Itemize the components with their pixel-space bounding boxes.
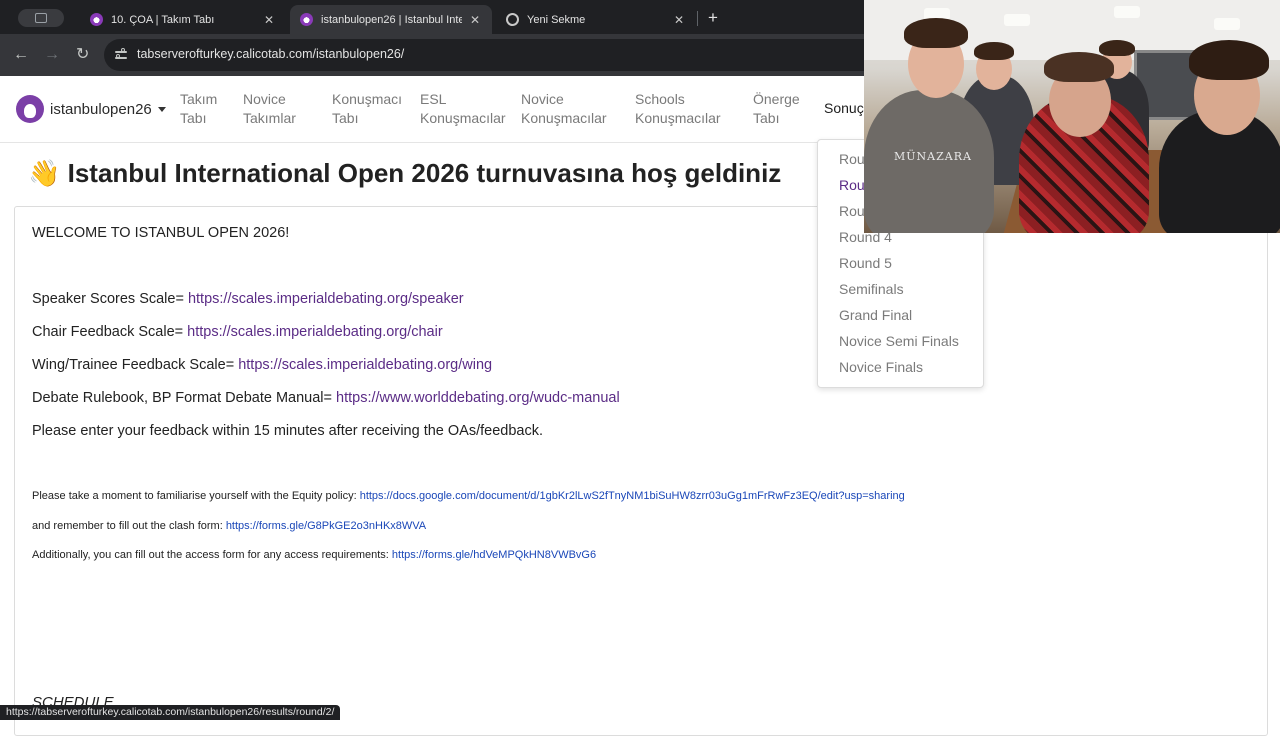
- page-title-text: Istanbul International Open 2026 turnuva…: [67, 158, 782, 188]
- tab-title: istanbulopen26 | Istanbul Inte: [321, 13, 462, 26]
- menu-item-novice-semi-finals[interactable]: Novice Semi Finals: [839, 333, 959, 349]
- tab-groups-button[interactable]: [18, 9, 64, 27]
- hoodie-print: MÜNAZARA: [894, 150, 972, 163]
- person-hair: [974, 42, 1014, 60]
- close-icon[interactable]: ✕: [672, 13, 686, 27]
- tab-title: 10. ÇOA | Takım Tabı: [111, 13, 215, 26]
- chair-scale-label: Chair Feedback Scale=: [32, 324, 188, 340]
- person-hair: [904, 18, 968, 48]
- site-settings-icon[interactable]: [115, 48, 129, 62]
- nav-motion-tab[interactable]: Önerge Tabı: [753, 90, 800, 128]
- menu-item-grand-final[interactable]: Grand Final: [839, 307, 912, 323]
- wing-scale-line: Wing/Trainee Feedback Scale= https://sca…: [32, 357, 492, 373]
- debate-logo-icon: [90, 13, 103, 26]
- wing-scale-label: Wing/Trainee Feedback Scale=: [32, 357, 239, 373]
- caret-down-icon: [157, 106, 166, 112]
- speaker-scale-label: Speaker Scores Scale=: [32, 291, 188, 307]
- chrome-icon: [506, 13, 519, 26]
- tab-title: Yeni Sekme: [527, 13, 586, 26]
- reload-icon[interactable]: ↻: [76, 46, 89, 64]
- person-hair: [1044, 52, 1114, 82]
- new-tab-button[interactable]: +: [708, 8, 718, 28]
- page-title: 👋 Istanbul International Open 2026 turnu…: [28, 158, 781, 189]
- chair-scale-link[interactable]: https://scales.imperialdebating.org/chai…: [187, 324, 443, 340]
- clash-label: and remember to fill out the clash form:: [32, 520, 226, 532]
- rulebook-line: Debate Rulebook, BP Format Debate Manual…: [32, 390, 620, 406]
- nav-novice-teams[interactable]: Novice Takımlar: [243, 90, 296, 128]
- feedback-note: Please enter your feedback within 15 min…: [32, 423, 544, 439]
- nav-schools-speakers[interactable]: Schools Konuşmacılar: [635, 90, 721, 128]
- access-label: Additionally, you can fill out the acces…: [32, 549, 392, 561]
- welcome-card: [14, 206, 1268, 736]
- equity-line: Please take a moment to familiarise your…: [32, 490, 905, 502]
- wing-scale-link[interactable]: https://scales.imperialdebating.org/wing: [238, 357, 492, 373]
- link-status-bubble: https://tabserverofturkey.calicotab.com/…: [0, 705, 341, 720]
- access-line: Additionally, you can fill out the acces…: [32, 549, 596, 561]
- debate-logo-icon: [300, 13, 313, 26]
- equity-label: Please take a moment to familiarise your…: [32, 490, 360, 502]
- close-icon[interactable]: ✕: [468, 13, 482, 27]
- chair-scale-line: Chair Feedback Scale= https://scales.imp…: [32, 324, 443, 340]
- close-icon[interactable]: ✕: [262, 13, 276, 27]
- clash-form-link[interactable]: https://forms.gle/G8PkGE2o3nHKx8WVA: [226, 520, 426, 532]
- tournament-logo-icon: [16, 95, 44, 123]
- webcam-overlay: MÜNAZARA: [864, 0, 1280, 233]
- speaker-scale-line: Speaker Scores Scale= https://scales.imp…: [32, 291, 464, 307]
- forward-arrow-icon[interactable]: →: [44, 46, 60, 64]
- access-form-link[interactable]: https://forms.gle/hdVeMPQkHN8VWBvG6: [392, 549, 596, 561]
- ceiling-light: [1214, 18, 1240, 30]
- ceiling-light: [1114, 6, 1140, 18]
- menu-item-semifinals[interactable]: Semifinals: [839, 281, 904, 297]
- waving-hand-icon: 👋: [28, 158, 61, 188]
- welcome-text: WELCOME TO ISTANBUL OPEN 2026!: [32, 225, 290, 241]
- nav-esl-speakers[interactable]: ESL Konuşmacılar: [420, 90, 506, 128]
- browser-tab-new[interactable]: Yeni Sekme ✕: [496, 5, 696, 34]
- back-arrow-icon[interactable]: ←: [13, 46, 29, 64]
- clash-line: and remember to fill out the clash form:…: [32, 520, 426, 532]
- browser-tab-coa[interactable]: 10. ÇOA | Takım Tabı ✕: [80, 5, 286, 34]
- nav-results[interactable]: Sonuç: [824, 99, 864, 118]
- person-hair: [1189, 40, 1269, 80]
- tournament-name: istanbulopen26: [50, 100, 152, 118]
- tab-divider: [697, 11, 698, 26]
- rulebook-label: Debate Rulebook, BP Format Debate Manual…: [32, 390, 337, 406]
- url-text: tabserverofturkey.calicotab.com/istanbul…: [137, 47, 405, 61]
- nav-team-tab[interactable]: Takım Tabı: [180, 90, 217, 128]
- nav-novice-speakers[interactable]: Novice Konuşmacılar: [521, 90, 607, 128]
- menu-item-novice-finals[interactable]: Novice Finals: [839, 359, 923, 375]
- rulebook-link[interactable]: https://www.worlddebating.org/wudc-manua…: [336, 390, 620, 406]
- speaker-scale-link[interactable]: https://scales.imperialdebating.org/spea…: [188, 291, 464, 307]
- nav-speaker-tab[interactable]: Konuşmacı Tabı: [332, 90, 402, 128]
- menu-item-round-5[interactable]: Round 5: [839, 255, 892, 271]
- equity-policy-link[interactable]: https://docs.google.com/document/d/1gbKr…: [360, 490, 905, 502]
- tournament-brand-dropdown[interactable]: istanbulopen26: [16, 95, 166, 123]
- tab-groups-icon: [35, 13, 47, 23]
- person-hair: [1099, 40, 1135, 56]
- ceiling-light: [1004, 14, 1030, 26]
- browser-tab-istanbulopen[interactable]: istanbulopen26 | Istanbul Inte ✕: [290, 5, 492, 34]
